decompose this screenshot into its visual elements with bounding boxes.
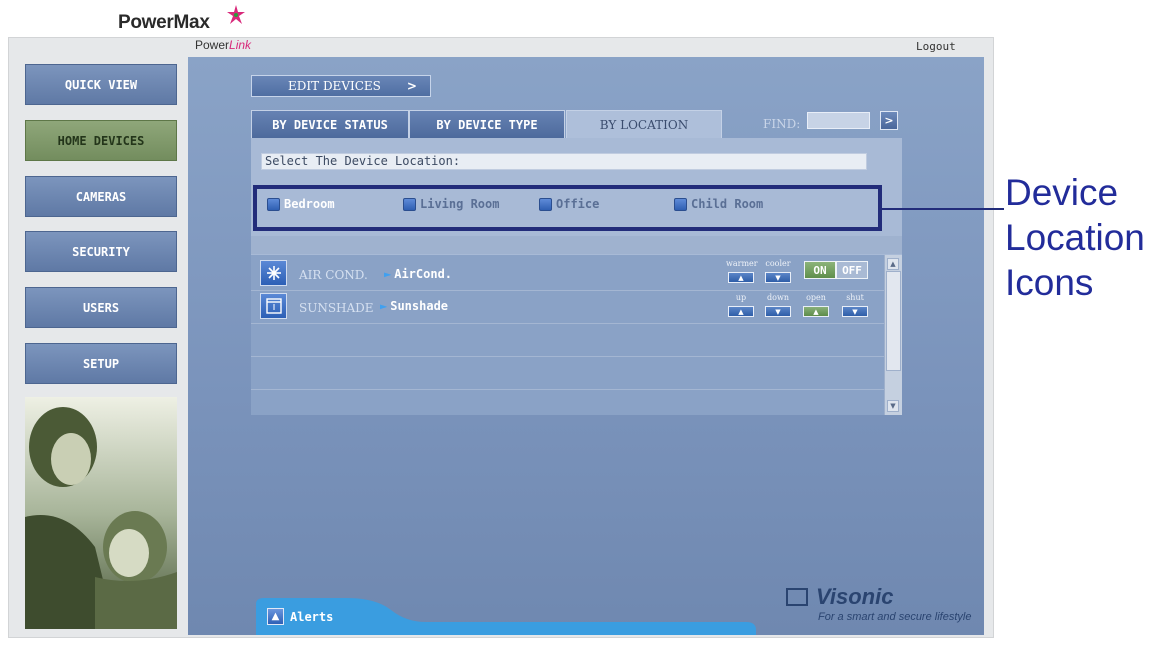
chevron-right-icon: >: [884, 114, 894, 127]
device-list-scrollbar[interactable]: ▲ ▼: [884, 255, 902, 415]
open-button[interactable]: ▲: [803, 306, 829, 317]
row-divider: [251, 290, 884, 291]
family-photo: [25, 397, 177, 629]
edit-devices-button[interactable]: EDIT DEVICES >: [251, 75, 431, 97]
tab-by-device-status[interactable]: BY DEVICE STATUS: [251, 110, 409, 138]
arrow-down-icon: ▼: [775, 307, 781, 316]
device-name-sunshade[interactable]: ► Sunshade: [380, 299, 448, 313]
list-header-band: [251, 236, 902, 254]
nav-users[interactable]: USERS: [25, 287, 177, 328]
row-divider: [251, 356, 884, 357]
arrow-right-icon: ►: [380, 299, 388, 313]
chevron-right-icon: >: [406, 79, 417, 93]
location-prompt: Select The Device Location:: [261, 153, 867, 170]
up-label: up: [735, 293, 747, 302]
chevron-up-icon[interactable]: ▲: [267, 608, 284, 625]
scroll-thumb[interactable]: [886, 271, 901, 371]
snowflake-icon: [260, 260, 287, 286]
scroll-up-icon[interactable]: ▲: [887, 258, 899, 270]
row-divider: [251, 323, 884, 324]
shut-button[interactable]: ▼: [842, 306, 868, 317]
row-divider: [251, 389, 884, 390]
down-label: down: [767, 293, 789, 302]
shut-icon: ▼: [852, 307, 858, 316]
find-label: FIND:: [763, 117, 801, 131]
nav-security[interactable]: SECURITY: [25, 231, 177, 272]
edit-devices-label: EDIT DEVICES: [288, 79, 381, 93]
tab-by-location[interactable]: BY LOCATION: [566, 110, 722, 138]
callout-line: [882, 208, 1004, 210]
logout-link[interactable]: Logout: [916, 40, 956, 53]
nav-home-devices[interactable]: HOME DEVICES: [25, 120, 177, 161]
scroll-down-icon[interactable]: ▼: [887, 400, 899, 412]
down-button[interactable]: ▼: [765, 306, 791, 317]
arrow-down-icon: ▼: [775, 273, 781, 282]
nav-setup[interactable]: SETUP: [25, 343, 177, 384]
location-icons-highlight: [253, 185, 882, 231]
visonic-tagline: For a smart and secure lifestyle: [818, 611, 972, 623]
arrow-up-icon: ▲: [738, 307, 744, 316]
powermax-star-icon: [227, 5, 245, 24]
device-type-aircond: AIR COND.: [299, 268, 368, 282]
open-icon: ▲: [813, 307, 819, 316]
cooler-label: cooler: [765, 259, 791, 268]
device-name-aircond[interactable]: ► AirCond.: [384, 267, 452, 281]
sunshade-icon: [260, 293, 287, 319]
visonic-logo-icon: [786, 588, 808, 606]
visonic-logo: Visonic: [816, 584, 894, 609]
powermax-logo: PowerMax: [118, 12, 210, 33]
shut-label: shut: [846, 293, 864, 302]
arrow-right-icon: ►: [384, 267, 392, 281]
off-button[interactable]: OFF: [836, 261, 868, 279]
nav-cameras[interactable]: CAMERAS: [25, 176, 177, 217]
find-input[interactable]: [807, 112, 870, 129]
callout-text: Device Location Icons: [1005, 172, 1145, 303]
tab-by-device-type[interactable]: BY DEVICE TYPE: [409, 110, 565, 138]
nav-quick-view[interactable]: QUICK VIEW: [25, 64, 177, 105]
cooler-button[interactable]: ▼: [765, 272, 791, 283]
up-button[interactable]: ▲: [728, 306, 754, 317]
arrow-up-icon: ▲: [738, 273, 744, 282]
warmer-label: warmer: [726, 259, 758, 268]
powerlink-logo: PowerLink: [195, 38, 252, 52]
open-label: open: [806, 293, 826, 302]
alerts-label: Alerts: [290, 610, 334, 624]
device-type-sunshade: SUNSHADE: [299, 301, 374, 315]
on-button[interactable]: ON: [804, 261, 836, 279]
find-go-button[interactable]: >: [880, 111, 898, 130]
warmer-button[interactable]: ▲: [728, 272, 754, 283]
